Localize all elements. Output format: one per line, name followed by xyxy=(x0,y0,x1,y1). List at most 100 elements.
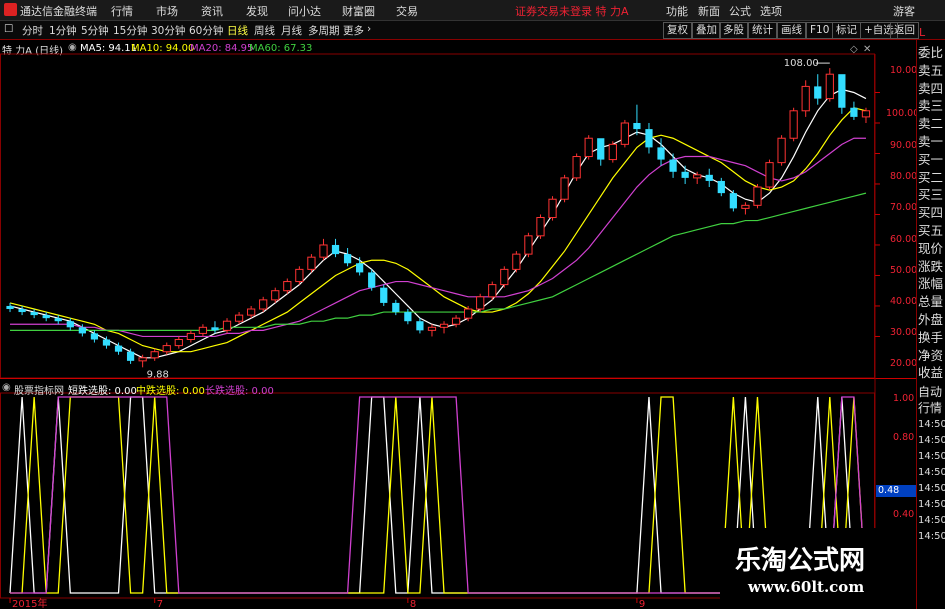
price-axis-label: 30.00 xyxy=(890,327,918,338)
sub-legend-icon[interactable]: ◉ xyxy=(2,382,11,393)
toolbar-icon: ☐ xyxy=(4,23,14,35)
menu-quotes[interactable]: 行情 xyxy=(111,3,133,19)
diamond-icon: ◇ xyxy=(850,44,858,55)
sidebar-sub-item-8: 14:50 xyxy=(918,515,945,526)
f10-button[interactable]: F10 xyxy=(806,22,834,39)
menu-guest[interactable]: 游客 xyxy=(893,3,915,19)
period-tab-weekly[interactable]: 周线 xyxy=(254,23,275,38)
menu-new-page[interactable]: 新面 xyxy=(698,3,720,19)
low-label: 9.88 xyxy=(147,369,169,380)
candle-body xyxy=(633,122,641,130)
candle-body xyxy=(765,162,774,188)
candle-body xyxy=(54,318,62,322)
sidebar-sub-item-0[interactable]: 自动 xyxy=(918,386,945,399)
ma-line-ma10 xyxy=(9,107,867,353)
candle-body xyxy=(681,171,689,178)
sidebar-sub-item-1[interactable]: 行情 xyxy=(918,402,945,415)
sidebar-item-9: 买四 xyxy=(918,205,944,221)
candle-body xyxy=(42,315,50,319)
sidebar-item-4: 卖二 xyxy=(918,116,944,132)
sidebar-item-13: 涨幅 xyxy=(918,276,944,292)
candle-body xyxy=(536,217,545,237)
sub-axis-label: 1.00 xyxy=(893,393,915,404)
candles xyxy=(6,68,871,368)
candle-body xyxy=(801,85,810,112)
candle-body xyxy=(669,159,677,172)
candle-body xyxy=(439,323,449,328)
sub-legend-mid: 中跌选股: 0.00 xyxy=(136,386,205,397)
sidebar-item-8: 买三 xyxy=(918,187,944,203)
candle-body xyxy=(814,86,822,99)
candle-body xyxy=(789,110,798,139)
menu-options[interactable]: 选项 xyxy=(760,3,782,19)
candle-body xyxy=(295,268,304,283)
period-tab-1min[interactable]: 1分钟 xyxy=(49,23,77,38)
menu-discover[interactable]: 发现 xyxy=(246,3,268,19)
draw-line-button[interactable]: 画线 xyxy=(777,22,806,39)
candle-body xyxy=(500,268,509,286)
period-tab-intraday[interactable]: 分时 xyxy=(22,23,43,38)
candle-body xyxy=(488,284,497,298)
menu-ask[interactable]: 问小达 xyxy=(288,3,321,19)
sidebar-sub-item-6: 14:50 xyxy=(918,483,945,494)
sidebar-top-letter: L xyxy=(919,26,926,39)
candle-body xyxy=(850,107,858,117)
watermark-text: 乐淘公式网 xyxy=(735,546,866,576)
sub-legend-long: 长跌选股: 0.00 xyxy=(205,386,274,397)
sidebar-item-6: 买一 xyxy=(918,151,944,167)
login-status: 证券交易未登录 特 力A xyxy=(515,5,629,18)
candle-body xyxy=(572,156,581,179)
price-chart[interactable]: 108.009.88 2015年7891011 ◇ ✕ xyxy=(0,40,916,609)
overlay-button[interactable]: 叠加 xyxy=(692,22,721,39)
menu-trade[interactable]: 交易 xyxy=(396,3,418,19)
watermark-url: www.60lt.com xyxy=(748,578,865,596)
sidebar-item-14: 总量 xyxy=(918,294,944,310)
candle-body xyxy=(548,198,557,219)
candle-body xyxy=(18,309,26,313)
candle-body xyxy=(404,312,412,322)
period-tab-multi[interactable]: 多周期 xyxy=(308,23,340,38)
multi-stock-button[interactable]: 多股 xyxy=(719,22,748,39)
grid xyxy=(875,91,880,337)
candle-body xyxy=(741,204,750,209)
menu-wealth[interactable]: 财富圈 xyxy=(342,3,375,19)
period-tab-60min[interactable]: 60分钟 xyxy=(189,23,223,38)
candle-body xyxy=(512,253,521,270)
price-axis-label: 80.00 xyxy=(890,171,918,182)
period-tab-monthly[interactable]: 月线 xyxy=(281,23,302,38)
period-tab-daily[interactable]: 日线 xyxy=(227,23,248,38)
sidebar-sub-item-2: 14:50 xyxy=(918,419,945,430)
candle-body xyxy=(102,339,111,346)
candle-body xyxy=(560,177,569,200)
price-axis-label: 70.00 xyxy=(890,202,918,213)
price-axis-label: 60.00 xyxy=(890,234,918,245)
ma-line-ma5 xyxy=(9,88,867,359)
ma-lines xyxy=(9,88,867,359)
menu-formula[interactable]: 公式 xyxy=(729,3,751,19)
mark-button[interactable]: 标记 xyxy=(832,22,861,39)
candle-body xyxy=(777,137,786,164)
period-tab-30min[interactable]: 30分钟 xyxy=(151,23,185,38)
candle-body xyxy=(162,345,171,353)
candle-body xyxy=(247,308,256,316)
menu-function[interactable]: 功能 xyxy=(666,3,688,19)
period-tab-15min[interactable]: 15分钟 xyxy=(113,23,147,38)
period-tab-more[interactable]: 更多 xyxy=(343,23,364,38)
menu-market[interactable]: 市场 xyxy=(156,3,178,19)
sidebar-item-5: 卖一 xyxy=(918,134,944,149)
adjust-button[interactable]: 复权 xyxy=(663,22,692,39)
candle-body xyxy=(717,180,725,194)
stats-button[interactable]: 统计 xyxy=(748,22,777,39)
candle-body xyxy=(174,339,183,347)
candle-body xyxy=(838,74,846,108)
chevron-right-icon[interactable]: › xyxy=(367,23,371,35)
back-button[interactable]: 返回 xyxy=(890,22,919,39)
ma-line-ma60 xyxy=(10,192,867,331)
close-icon: ✕ xyxy=(863,44,871,55)
menu-news[interactable]: 资讯 xyxy=(201,3,223,19)
sidebar-item-3: 卖三 xyxy=(918,98,944,114)
candle-body xyxy=(705,174,713,181)
price-axis-label: 50.00 xyxy=(890,265,918,276)
period-tab-5min[interactable]: 5分钟 xyxy=(81,23,109,38)
candle-body xyxy=(645,129,653,148)
